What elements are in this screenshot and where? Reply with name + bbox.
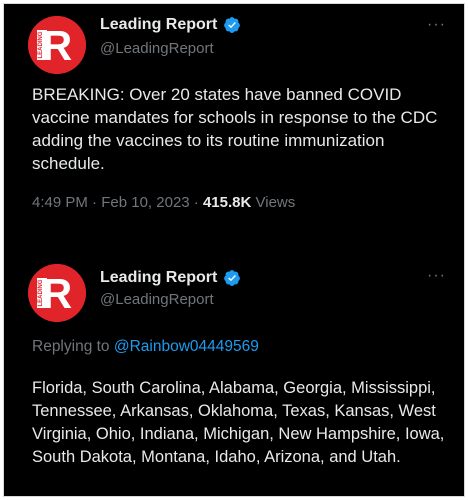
display-name[interactable]: Leading Report (100, 16, 217, 34)
replying-label: Replying to (32, 338, 110, 355)
more-options-icon[interactable]: ··· (427, 268, 446, 284)
tweet-time[interactable]: 4:49 PM (32, 194, 88, 211)
meta-separator: · (92, 194, 98, 211)
avatar[interactable]: R LEADING (28, 16, 86, 74)
tweet[interactable]: R LEADING Leading Report @LeadingReport … (4, 4, 464, 232)
replying-mention-link[interactable]: @Rainbow04449569 (114, 338, 259, 355)
leading-report-logo-icon: R LEADING (28, 264, 86, 322)
more-options-icon[interactable]: ··· (427, 17, 446, 33)
avatar-brand-text: LEADING (38, 279, 44, 306)
avatar-brand-text: LEADING (38, 31, 44, 58)
meta-separator: · (193, 194, 199, 211)
tweet-meta: 4:49 PM · Feb 10, 2023 · 415.8K Views (32, 194, 295, 211)
handle[interactable]: @LeadingReport (100, 40, 214, 57)
tweet-text: Florida, South Carolina, Alabama, Georgi… (32, 379, 445, 466)
author-row: Leading Report (100, 266, 241, 290)
views-count[interactable]: 415.8K (203, 194, 251, 211)
display-name[interactable]: Leading Report (100, 269, 217, 287)
author-row: Leading Report (100, 13, 241, 37)
verified-badge-icon (223, 16, 241, 34)
verified-badge-icon (223, 269, 241, 287)
replying-to: Replying to @Rainbow04449569 (32, 338, 259, 356)
tweet[interactable]: R LEADING Leading Report @LeadingReport … (4, 254, 464, 496)
tweet-text: BREAKING: Over 20 states have banned COV… (32, 85, 438, 173)
screenshot-frame: R LEADING Leading Report @LeadingReport … (3, 3, 465, 497)
tweet-date[interactable]: Feb 10, 2023 (101, 194, 189, 211)
leading-report-logo-icon: R LEADING (28, 16, 86, 74)
views-label: Views (255, 194, 296, 211)
avatar[interactable]: R LEADING (28, 264, 86, 322)
handle[interactable]: @LeadingReport (100, 291, 214, 308)
